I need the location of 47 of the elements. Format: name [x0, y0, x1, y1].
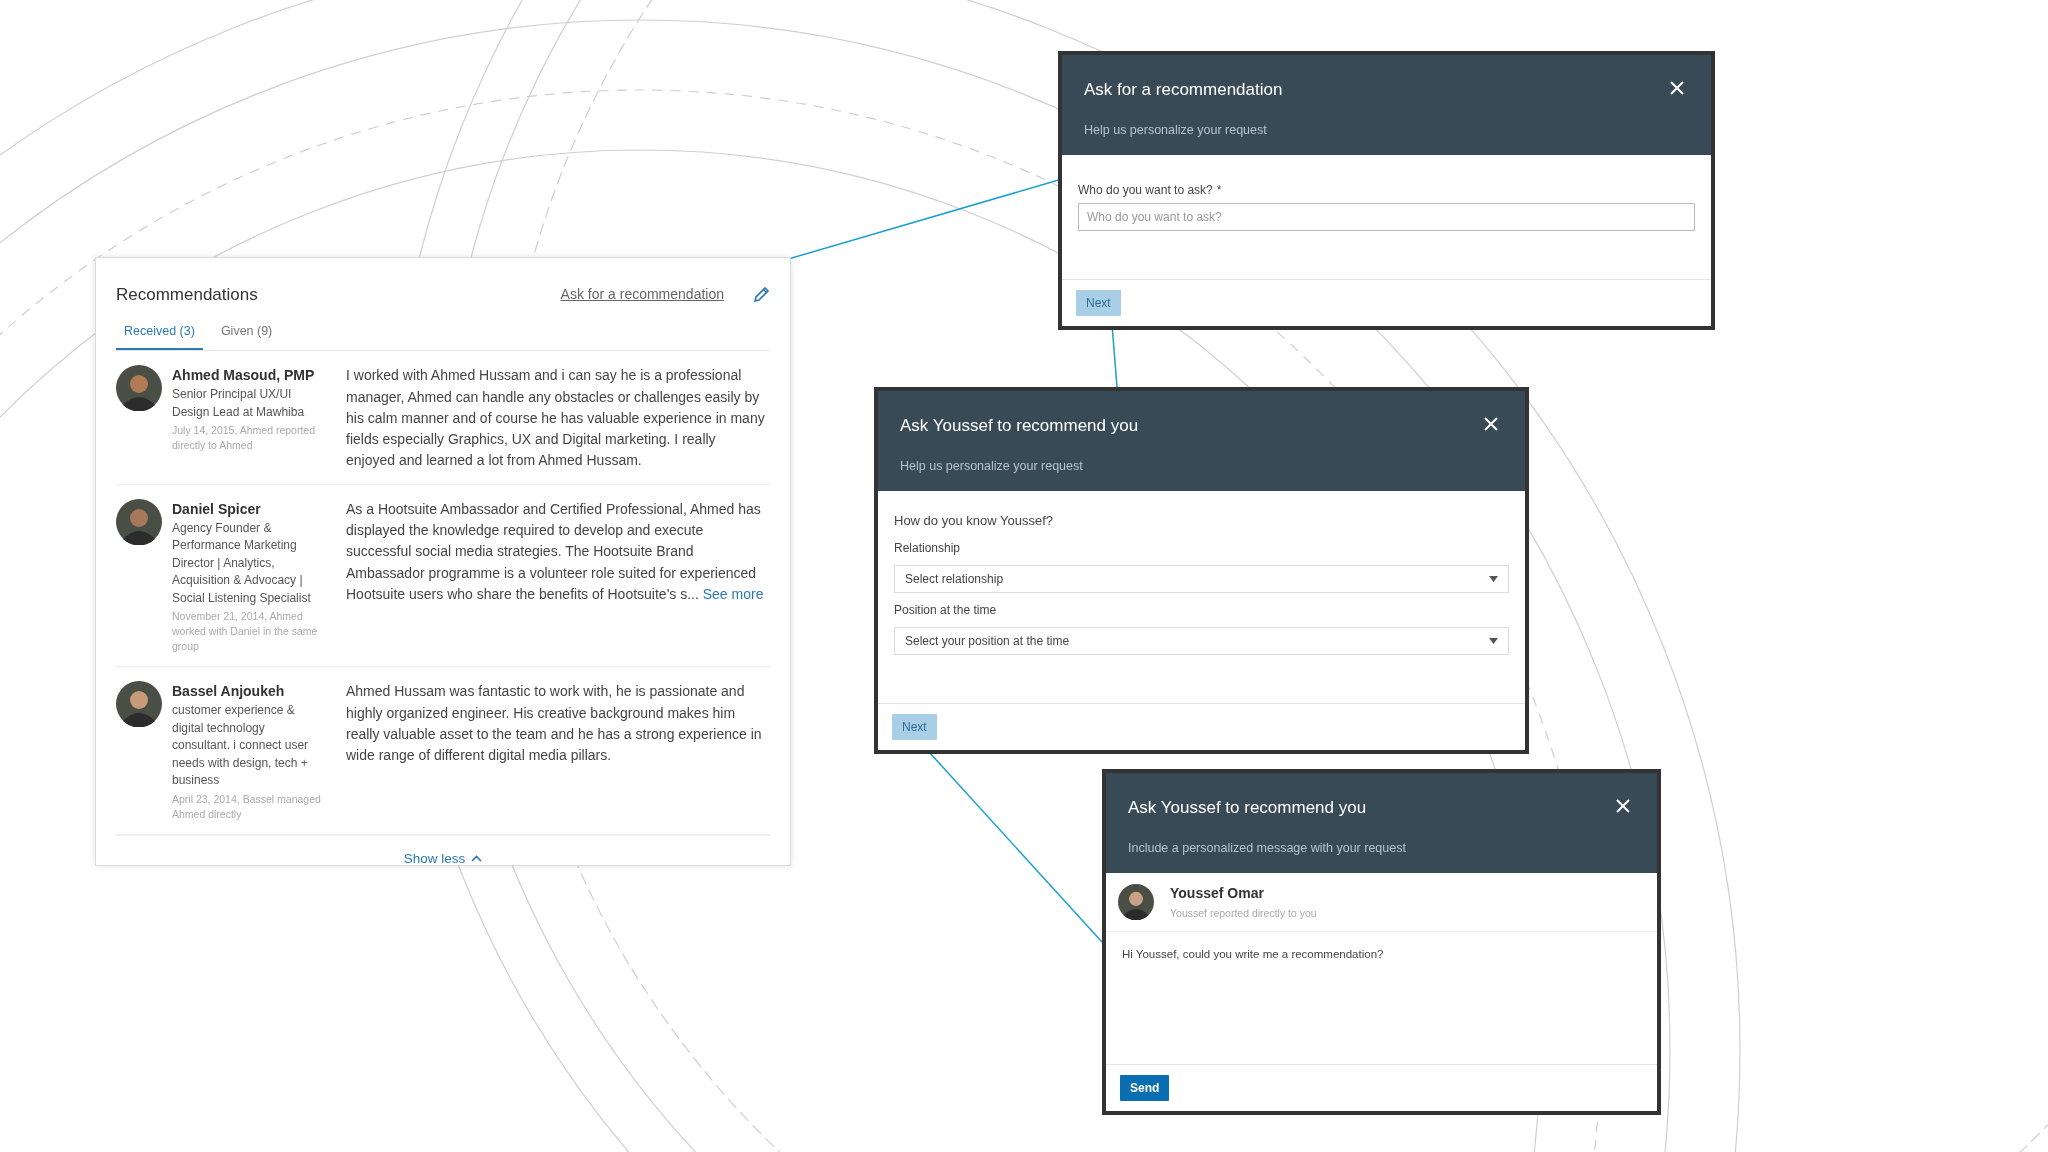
dialog-subtitle: Help us personalize your request — [900, 457, 1084, 475]
relation-note: November 21, 2014, Ahmed worked with Daniel in the same group — [172, 609, 319, 655]
relation-note: July 14, 2015, Ahmed reported directly to Ahmed — [172, 423, 316, 454]
field-label: Position at the time — [894, 601, 998, 619]
person-headline: customer experience & digital technology consultant. i connect user needs with design, tech + business — [172, 702, 310, 790]
question-text: How do you know Youssef? — [894, 512, 1054, 531]
required-mark: * — [1216, 182, 1222, 200]
dropdown-caret-icon — [1489, 575, 1498, 582]
person-name: Ahmed Masoud, PMP — [172, 366, 316, 386]
person-headline: Agency Founder & Performance Marketing Director | Analytics, Acquisition & Advocacy | Social Listening Specialist — [172, 519, 312, 607]
field-label: Relationship — [894, 539, 962, 557]
contact-name: Youssef Omar — [1170, 884, 1265, 904]
message-box[interactable]: Hi Youssef, could you write me a recommendation? — [1106, 932, 1657, 1045]
section-title: Recommendations — [116, 284, 258, 306]
dialog-title: Ask Youssef to recommend you — [1128, 797, 1367, 819]
dialog-title: Ask Youssef to recommend you — [900, 415, 1139, 437]
dialog-subtitle: Include a personalized message with your request — [1128, 839, 1407, 857]
recommendation-text: As a Hootsuite Ambassador and Certified Professional, Ahmed has displayed the knowledge required to develop and execute successful social media strategies. The Hootsuite Brand Ambassador programme is a volunteer role suited for experienced Hootsuite users who share the benefits of Hootsuite's s... See more — [346, 499, 765, 604]
show-less-link[interactable]: Show less — [403, 848, 483, 869]
person-name: Daniel Spicer — [172, 499, 262, 519]
recommendation-text: I worked with Ahmed Hussam and i can say he is a professional manager, Ahmed can handle any obstacles or challenges easily by his calm manner and of course he has valuable experience in many fields especially Graphics, UX and Digital marketing. I really enjoyed and learned a lot from Ahmed Hussam. — [346, 366, 766, 471]
select-field[interactable]: Select relationship — [894, 564, 1509, 593]
person-headline: Senior Principal UX/UI Design Lead at Mawhiba — [172, 386, 306, 421]
dialog-title: Ask for a recommendation — [1084, 79, 1283, 101]
tab[interactable]: Given (9) — [212, 317, 281, 351]
relation-note: April 23, 2014, Bassel managed Ahmed directly — [172, 791, 322, 822]
input-field[interactable]: Who do you want to ask? — [1078, 203, 1695, 232]
avatar — [116, 365, 162, 412]
dropdown-caret-icon — [1489, 637, 1498, 644]
close-icon — [1669, 79, 1685, 96]
select-field[interactable]: Select your position at the time — [894, 626, 1509, 655]
avatar — [116, 498, 162, 545]
field-label: Who do you want to ask? — [1078, 182, 1213, 200]
send-button[interactable]: Send — [1120, 1075, 1170, 1101]
caret-icon — [471, 855, 483, 863]
relation-note: Youssef reported directly to you — [1170, 906, 1317, 922]
ask-link[interactable]: Ask for a recommendation — [560, 284, 724, 306]
avatar — [116, 681, 162, 728]
close-icon — [1615, 797, 1631, 814]
recommendation-text: Ahmed Hussam was fantastic to work with, he is passionate and highly organized engineer. His creative background makes him really valuable asset to the team and he has a strong experience in wide range of different digital media pillars. — [346, 682, 763, 766]
dialog-subtitle: Help us personalize your request — [1084, 121, 1268, 139]
see-more-link[interactable]: See more — [702, 585, 764, 602]
close-icon — [1483, 415, 1499, 432]
person-name: Bassel Anjoukeh — [172, 682, 286, 702]
edit-icon[interactable] — [752, 285, 770, 304]
tab[interactable]: Received (3) — [116, 317, 203, 351]
avatar — [1118, 884, 1154, 921]
